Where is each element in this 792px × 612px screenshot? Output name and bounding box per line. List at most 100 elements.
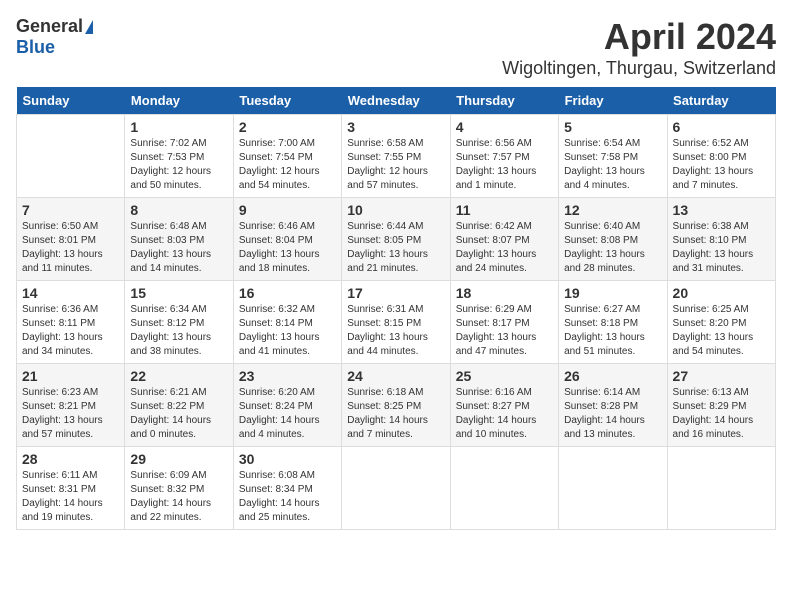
day-number: 6 bbox=[673, 119, 770, 135]
day-info: Sunrise: 6:20 AM Sunset: 8:24 PM Dayligh… bbox=[239, 386, 336, 442]
day-number: 18 bbox=[456, 285, 553, 301]
day-info: Sunrise: 6:42 AM Sunset: 8:07 PM Dayligh… bbox=[456, 220, 553, 276]
day-info: Sunrise: 6:25 AM Sunset: 8:20 PM Dayligh… bbox=[673, 303, 770, 359]
calendar-cell bbox=[559, 447, 667, 530]
day-info: Sunrise: 6:32 AM Sunset: 8:14 PM Dayligh… bbox=[239, 303, 336, 359]
day-info: Sunrise: 6:08 AM Sunset: 8:34 PM Dayligh… bbox=[239, 469, 336, 525]
weekday-header-row: SundayMondayTuesdayWednesdayThursdayFrid… bbox=[17, 87, 776, 115]
title-section: April 2024 Wigoltingen, Thurgau, Switzer… bbox=[502, 16, 776, 79]
calendar-cell bbox=[342, 447, 450, 530]
week-row-5: 28 Sunrise: 6:11 AM Sunset: 8:31 PM Dayli… bbox=[17, 447, 776, 530]
logo-general-text: General bbox=[16, 16, 83, 37]
weekday-header-tuesday: Tuesday bbox=[233, 87, 341, 115]
day-info: Sunrise: 6:09 AM Sunset: 8:32 PM Dayligh… bbox=[130, 469, 227, 525]
day-number: 23 bbox=[239, 368, 336, 384]
day-info: Sunrise: 6:34 AM Sunset: 8:12 PM Dayligh… bbox=[130, 303, 227, 359]
calendar-cell: 18 Sunrise: 6:29 AM Sunset: 8:17 PM Dayli… bbox=[450, 281, 558, 364]
day-number: 10 bbox=[347, 202, 444, 218]
day-number: 8 bbox=[130, 202, 227, 218]
day-number: 11 bbox=[456, 202, 553, 218]
day-info: Sunrise: 6:16 AM Sunset: 8:27 PM Dayligh… bbox=[456, 386, 553, 442]
calendar-cell: 8 Sunrise: 6:48 AM Sunset: 8:03 PM Daylig… bbox=[125, 198, 233, 281]
day-info: Sunrise: 6:48 AM Sunset: 8:03 PM Dayligh… bbox=[130, 220, 227, 276]
calendar-cell: 17 Sunrise: 6:31 AM Sunset: 8:15 PM Dayli… bbox=[342, 281, 450, 364]
day-number: 21 bbox=[22, 368, 119, 384]
day-info: Sunrise: 6:11 AM Sunset: 8:31 PM Dayligh… bbox=[22, 469, 119, 525]
day-info: Sunrise: 6:54 AM Sunset: 7:58 PM Dayligh… bbox=[564, 137, 661, 193]
calendar-cell: 4Sunrise: 6:56 AM Sunset: 7:57 PM Daylig… bbox=[450, 115, 558, 198]
day-info: Sunrise: 6:23 AM Sunset: 8:21 PM Dayligh… bbox=[22, 386, 119, 442]
weekday-header-monday: Monday bbox=[125, 87, 233, 115]
weekday-header-thursday: Thursday bbox=[450, 87, 558, 115]
day-info: Sunrise: 6:50 AM Sunset: 8:01 PM Dayligh… bbox=[22, 220, 119, 276]
day-number: 5 bbox=[564, 119, 661, 135]
calendar-cell: 15 Sunrise: 6:34 AM Sunset: 8:12 PM Dayli… bbox=[125, 281, 233, 364]
calendar-cell: 9Sunrise: 6:46 AM Sunset: 8:04 PM Daylig… bbox=[233, 198, 341, 281]
week-row-4: 21 Sunrise: 6:23 AM Sunset: 8:21 PM Dayli… bbox=[17, 364, 776, 447]
week-row-1: 1Sunrise: 7:02 AM Sunset: 7:53 PM Daylig… bbox=[17, 115, 776, 198]
calendar-cell: 26 Sunrise: 6:14 AM Sunset: 8:28 PM Dayli… bbox=[559, 364, 667, 447]
day-info: Sunrise: 6:36 AM Sunset: 8:11 PM Dayligh… bbox=[22, 303, 119, 359]
day-info: Sunrise: 6:27 AM Sunset: 8:18 PM Dayligh… bbox=[564, 303, 661, 359]
day-number: 28 bbox=[22, 451, 119, 467]
weekday-header-wednesday: Wednesday bbox=[342, 87, 450, 115]
day-number: 25 bbox=[456, 368, 553, 384]
day-number: 16 bbox=[239, 285, 336, 301]
day-info: Sunrise: 6:14 AM Sunset: 8:28 PM Dayligh… bbox=[564, 386, 661, 442]
day-info: Sunrise: 6:38 AM Sunset: 8:10 PM Dayligh… bbox=[673, 220, 770, 276]
day-number: 12 bbox=[564, 202, 661, 218]
calendar-cell: 3 Sunrise: 6:58 AM Sunset: 7:55 PM Daylig… bbox=[342, 115, 450, 198]
location-title: Wigoltingen, Thurgau, Switzerland bbox=[502, 58, 776, 79]
calendar-cell: 27Sunrise: 6:13 AM Sunset: 8:29 PM Dayli… bbox=[667, 364, 775, 447]
day-info: Sunrise: 6:29 AM Sunset: 8:17 PM Dayligh… bbox=[456, 303, 553, 359]
month-title: April 2024 bbox=[502, 16, 776, 58]
calendar-cell: 23 Sunrise: 6:20 AM Sunset: 8:24 PM Dayli… bbox=[233, 364, 341, 447]
day-number: 13 bbox=[673, 202, 770, 218]
day-number: 7 bbox=[22, 202, 119, 218]
day-info: Sunrise: 6:18 AM Sunset: 8:25 PM Dayligh… bbox=[347, 386, 444, 442]
day-number: 26 bbox=[564, 368, 661, 384]
day-info: Sunrise: 6:31 AM Sunset: 8:15 PM Dayligh… bbox=[347, 303, 444, 359]
calendar-cell: 22 Sunrise: 6:21 AM Sunset: 8:22 PM Dayli… bbox=[125, 364, 233, 447]
calendar-cell bbox=[667, 447, 775, 530]
calendar-cell: 19 Sunrise: 6:27 AM Sunset: 8:18 PM Dayli… bbox=[559, 281, 667, 364]
weekday-header-saturday: Saturday bbox=[667, 87, 775, 115]
calendar-cell: 2Sunrise: 7:00 AM Sunset: 7:54 PM Daylig… bbox=[233, 115, 341, 198]
logo-blue-text: Blue bbox=[16, 37, 55, 58]
day-number: 24 bbox=[347, 368, 444, 384]
day-number: 15 bbox=[130, 285, 227, 301]
day-info: Sunrise: 6:40 AM Sunset: 8:08 PM Dayligh… bbox=[564, 220, 661, 276]
day-info: Sunrise: 7:02 AM Sunset: 7:53 PM Dayligh… bbox=[130, 137, 227, 193]
calendar-cell: 11 Sunrise: 6:42 AM Sunset: 8:07 PM Dayli… bbox=[450, 198, 558, 281]
day-number: 4 bbox=[456, 119, 553, 135]
day-number: 14 bbox=[22, 285, 119, 301]
day-number: 22 bbox=[130, 368, 227, 384]
calendar-cell: 25 Sunrise: 6:16 AM Sunset: 8:27 PM Dayli… bbox=[450, 364, 558, 447]
day-number: 29 bbox=[130, 451, 227, 467]
calendar-cell: 10 Sunrise: 6:44 AM Sunset: 8:05 PM Dayli… bbox=[342, 198, 450, 281]
calendar-cell: 29 Sunrise: 6:09 AM Sunset: 8:32 PM Dayli… bbox=[125, 447, 233, 530]
calendar-cell: 7 Sunrise: 6:50 AM Sunset: 8:01 PM Daylig… bbox=[17, 198, 125, 281]
day-info: Sunrise: 6:44 AM Sunset: 8:05 PM Dayligh… bbox=[347, 220, 444, 276]
weekday-header-friday: Friday bbox=[559, 87, 667, 115]
calendar-cell: 13 Sunrise: 6:38 AM Sunset: 8:10 PM Dayli… bbox=[667, 198, 775, 281]
day-number: 3 bbox=[347, 119, 444, 135]
calendar-cell bbox=[450, 447, 558, 530]
logo-triangle-icon bbox=[85, 20, 93, 34]
calendar-cell: 6Sunrise: 6:52 AM Sunset: 8:00 PM Daylig… bbox=[667, 115, 775, 198]
day-number: 19 bbox=[564, 285, 661, 301]
calendar-cell: 16 Sunrise: 6:32 AM Sunset: 8:14 PM Dayli… bbox=[233, 281, 341, 364]
calendar-cell: 5 Sunrise: 6:54 AM Sunset: 7:58 PM Daylig… bbox=[559, 115, 667, 198]
day-number: 20 bbox=[673, 285, 770, 301]
week-row-2: 7 Sunrise: 6:50 AM Sunset: 8:01 PM Daylig… bbox=[17, 198, 776, 281]
day-number: 9 bbox=[239, 202, 336, 218]
page-header: General Blue April 2024 Wigoltingen, Thu… bbox=[16, 16, 776, 79]
calendar-cell: 20 Sunrise: 6:25 AM Sunset: 8:20 PM Dayli… bbox=[667, 281, 775, 364]
day-number: 2 bbox=[239, 119, 336, 135]
day-number: 17 bbox=[347, 285, 444, 301]
calendar-cell: 30 Sunrise: 6:08 AM Sunset: 8:34 PM Dayli… bbox=[233, 447, 341, 530]
day-info: Sunrise: 6:21 AM Sunset: 8:22 PM Dayligh… bbox=[130, 386, 227, 442]
day-info: Sunrise: 6:58 AM Sunset: 7:55 PM Dayligh… bbox=[347, 137, 444, 193]
calendar-cell: 12 Sunrise: 6:40 AM Sunset: 8:08 PM Dayli… bbox=[559, 198, 667, 281]
day-number: 30 bbox=[239, 451, 336, 467]
